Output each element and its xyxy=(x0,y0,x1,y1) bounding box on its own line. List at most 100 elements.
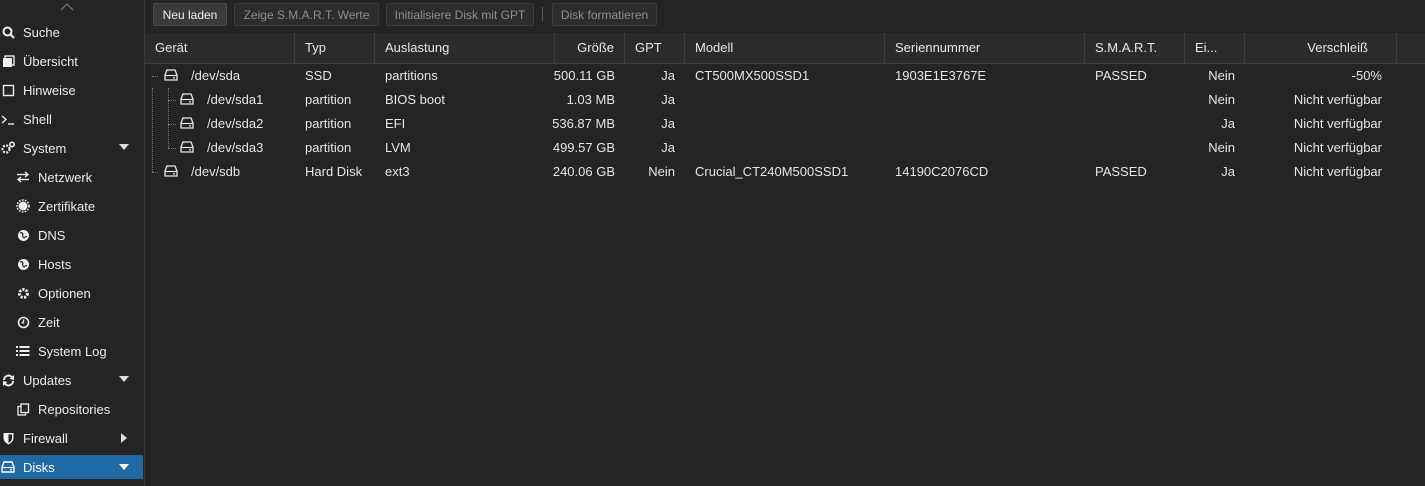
table-row[interactable]: /dev/sdb Hard Disk ext3 240.06 GB Nein C… xyxy=(145,160,1397,184)
col-header-wear[interactable]: Verschleiß xyxy=(1245,33,1397,63)
cell-serial: 1903E1E3767E xyxy=(895,68,987,83)
table-row[interactable]: /dev/sda2 partition EFI 536.87 MB Ja Ja … xyxy=(145,112,1397,136)
cell-device: /dev/sda3 xyxy=(207,140,264,155)
sidebar-item-label: System Log xyxy=(38,343,107,359)
list-icon xyxy=(16,344,30,358)
cell-size: 500.11 GB xyxy=(553,68,615,83)
reload-button[interactable]: Neu laden xyxy=(153,3,227,26)
col-header-gpt[interactable]: GPT xyxy=(625,33,685,63)
sidebar-item-suche[interactable]: Suche xyxy=(0,19,143,45)
init-gpt-button[interactable]: Initialisiere Disk mit GPT xyxy=(386,3,534,26)
sidebar-item-repositories[interactable]: Repositories xyxy=(0,396,143,422)
network-icon xyxy=(16,170,30,184)
globe-icon xyxy=(16,228,30,242)
terminal-icon xyxy=(1,112,15,126)
cell-size: 1.03 MB xyxy=(566,92,615,107)
col-header-model[interactable]: Modell xyxy=(685,33,885,63)
sidebar-item-zertifikate[interactable]: Zertifikate xyxy=(0,193,143,219)
cell-device: /dev/sda1 xyxy=(207,92,264,107)
col-header-type[interactable]: Typ xyxy=(295,33,375,63)
cell-type: SSD xyxy=(305,68,332,83)
table-row[interactable]: /dev/sda3 partition LVM 499.57 GB Ja Nei… xyxy=(145,136,1397,160)
table-row[interactable]: /dev/sda SSD partitions 500.11 GB Ja CT5… xyxy=(145,64,1397,88)
col-header-size[interactable]: Größe xyxy=(555,33,625,63)
cell-type: partition xyxy=(305,116,352,131)
toolbar-separator xyxy=(542,7,543,21)
cell-smart: PASSED xyxy=(1095,68,1147,83)
sidebar-item-zeit[interactable]: Zeit xyxy=(0,309,143,335)
sidebar-item-label: Optionen xyxy=(38,285,91,301)
table-row[interactable]: /dev/sda1 partition BIOS boot 1.03 MB Ja… xyxy=(145,88,1397,112)
sidebar: Suche Übersicht Hinweise Shell System Ne… xyxy=(0,0,145,486)
sidebar-item-system[interactable]: System xyxy=(0,135,143,161)
cell-wear: Nicht verfügbar xyxy=(1293,164,1382,179)
cell-device: /dev/sda2 xyxy=(207,116,264,131)
cell-model: CT500MX500SSD1 xyxy=(695,68,810,83)
chevron-down-icon xyxy=(119,376,129,382)
cell-model: Crucial_CT240M500SSD1 xyxy=(695,164,849,179)
cell-gpt: Ja xyxy=(661,116,675,131)
chevron-down-icon xyxy=(119,144,129,150)
sidebar-item-netzwerk[interactable]: Netzwerk xyxy=(0,164,143,190)
sidebar-item-dns[interactable]: DNS xyxy=(0,222,143,248)
summary-icon xyxy=(1,54,15,68)
cell-type: Hard Disk xyxy=(305,164,363,179)
hdd-icon xyxy=(180,93,194,105)
col-header-usage[interactable]: Auslastung xyxy=(375,33,555,63)
sidebar-item-label: System xyxy=(23,140,67,156)
copy-icon xyxy=(16,402,30,416)
col-header-smart[interactable]: S.M.A.R.T. xyxy=(1085,33,1185,63)
sidebar-item-disks[interactable]: Disks xyxy=(0,455,143,479)
grid-header: Gerät Typ Auslastung Größe GPT Modell Se… xyxy=(145,33,1397,64)
show-smart-button[interactable]: Zeige S.M.A.R.T. Werte xyxy=(234,3,379,26)
refresh-icon xyxy=(1,373,15,387)
sidebar-item-label: Shell xyxy=(23,111,52,127)
chevron-down-icon xyxy=(119,464,129,470)
sidebar-item-label: Zertifikate xyxy=(38,198,96,214)
col-header-device[interactable]: Gerät xyxy=(145,33,295,63)
sidebar-item-label: Zeit xyxy=(38,314,60,330)
sidebar-item-updates[interactable]: Updates xyxy=(0,367,143,393)
cell-ei: Ja xyxy=(1221,116,1235,131)
cell-smart xyxy=(1085,136,1185,160)
disk-grid: Gerät Typ Auslastung Größe GPT Modell Se… xyxy=(145,33,1425,486)
format-disk-button[interactable]: Disk formatieren xyxy=(552,3,657,26)
sidebar-item-label: Hosts xyxy=(38,256,72,272)
cell-smart: PASSED xyxy=(1095,164,1147,179)
notes-icon xyxy=(1,83,15,97)
cell-device: /dev/sda xyxy=(191,68,241,83)
cell-smart xyxy=(1085,88,1185,112)
scroll-up-icon[interactable] xyxy=(60,0,74,14)
grid-header-filler xyxy=(1397,33,1425,64)
sidebar-item-shell[interactable]: Shell xyxy=(0,106,143,132)
sidebar-item-system-log[interactable]: System Log xyxy=(0,338,143,364)
certificate-icon xyxy=(16,199,30,213)
sidebar-item-label: DNS xyxy=(38,227,66,243)
cell-gpt: Nein xyxy=(648,164,675,179)
sidebar-item-label: Netzwerk xyxy=(38,169,93,185)
cell-size: 240.06 GB xyxy=(552,164,615,179)
hdd-icon xyxy=(1,460,15,474)
cell-gpt: Ja xyxy=(661,140,675,155)
cell-type: partition xyxy=(305,92,352,107)
sidebar-item-label: Disks xyxy=(23,459,55,475)
col-header-ei[interactable]: Ei... xyxy=(1185,33,1245,63)
cell-serial xyxy=(885,88,1085,112)
hdd-icon xyxy=(180,117,194,129)
search-icon xyxy=(1,25,15,39)
toolbar: Neu laden Zeige S.M.A.R.T. Werte Initial… xyxy=(145,0,1425,32)
cell-size: 499.57 GB xyxy=(552,140,615,155)
cell-wear: Nicht verfügbar xyxy=(1293,140,1382,155)
sidebar-item-firewall[interactable]: Firewall xyxy=(0,425,143,451)
col-header-serial[interactable]: Seriennummer xyxy=(885,33,1085,63)
sidebar-item-hosts[interactable]: Hosts xyxy=(0,251,143,277)
hdd-icon xyxy=(164,165,178,177)
sidebar-item-label: Updates xyxy=(23,372,72,388)
sidebar-item-uebersicht[interactable]: Übersicht xyxy=(0,48,143,74)
cell-smart xyxy=(1085,112,1185,136)
sidebar-item-hinweise[interactable]: Hinweise xyxy=(0,77,143,103)
cell-ei: Nein xyxy=(1208,92,1235,107)
clock-icon xyxy=(16,315,30,329)
sidebar-item-optionen[interactable]: Optionen xyxy=(0,280,143,306)
cell-device: /dev/sdb xyxy=(191,164,241,179)
